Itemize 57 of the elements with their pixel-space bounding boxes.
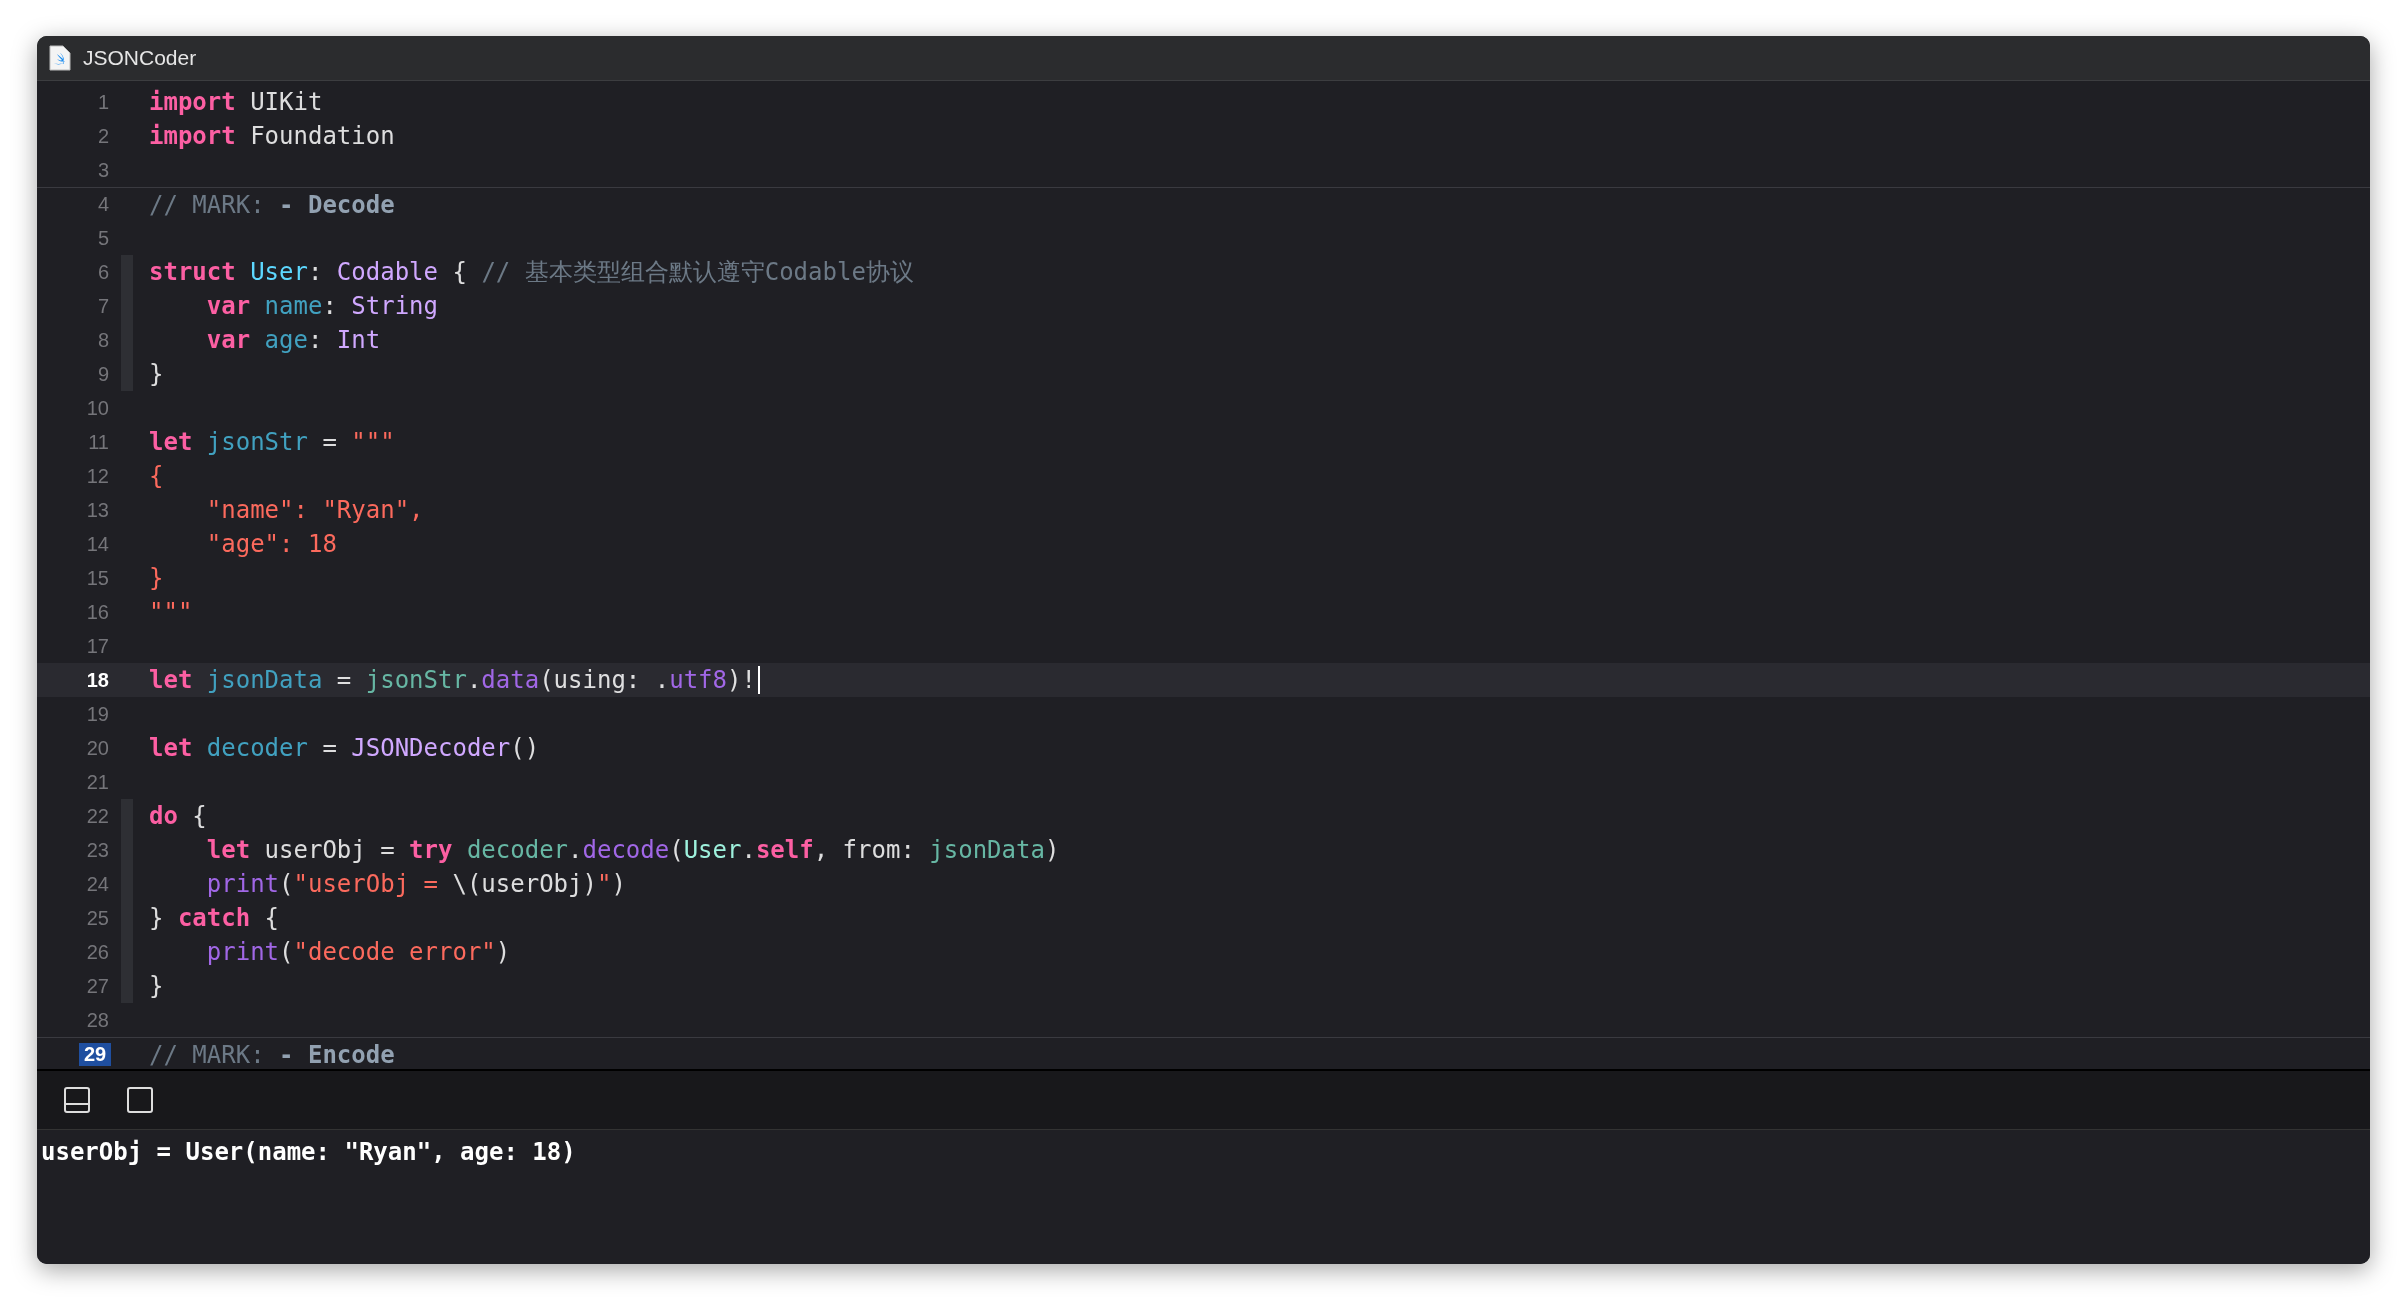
line-number: 12 [85, 464, 110, 488]
code-line: print("decode error") [205, 938, 511, 966]
square-panel-icon[interactable] [127, 1087, 153, 1113]
code-line: let jsonStr = """ [149, 428, 395, 456]
line-number: 17 [85, 634, 110, 658]
code-line: { [149, 462, 164, 490]
code-line: var name: String [205, 292, 438, 320]
line-number: 16 [85, 600, 110, 624]
line-number: 10 [85, 396, 110, 420]
line-number: 28 [85, 1008, 110, 1032]
line-number: 26 [85, 940, 110, 964]
line-number: 3 [96, 158, 110, 182]
line-number: 18 [85, 668, 110, 692]
code-line: // MARK: - Decode [149, 190, 395, 219]
code-line: "name": "Ryan", [205, 496, 424, 524]
code-line: "age": 18 [205, 530, 337, 558]
line-number: 1 [96, 90, 110, 114]
console-output: userObj = User(name: "Ryan", age: 18) [41, 1138, 576, 1166]
line-number: 7 [96, 294, 110, 318]
line-number: 8 [96, 328, 110, 352]
line-number: 4 [96, 193, 110, 216]
code-line: let jsonData = jsonStr.data(using: .utf8)! [149, 666, 756, 694]
code-line: // MARK: - Encode [149, 1040, 395, 1069]
code-line: } [149, 564, 164, 592]
line-number: 2 [96, 124, 110, 148]
line-number: 11 [87, 430, 110, 454]
code-line: do { [149, 802, 207, 830]
code-line: } [149, 360, 164, 388]
line-number: 24 [85, 872, 110, 896]
code-line: let userObj = try decoder.decode(User.self, from: jsonData) [205, 836, 1060, 864]
line-number: 15 [85, 566, 110, 590]
code-line: import Foundation [149, 122, 395, 150]
line-number: 27 [85, 974, 110, 998]
line-number: 19 [85, 702, 110, 726]
split-panel-icon[interactable] [64, 1087, 90, 1113]
line-number: 29 [79, 1043, 111, 1066]
line-number: 21 [85, 770, 110, 794]
code-line: let decoder = JSONDecoder() [149, 734, 540, 762]
line-number: 9 [96, 362, 110, 386]
code-line: } [149, 972, 164, 1000]
line-number: 13 [85, 498, 110, 522]
text-cursor [757, 666, 760, 694]
window-title: JSONCoder [83, 46, 197, 70]
code-line: """ [149, 598, 193, 626]
line-number: 14 [85, 532, 110, 556]
line-number: 25 [85, 906, 110, 930]
line-number: 20 [85, 736, 110, 760]
line-number: 23 [85, 838, 110, 862]
code-line: var age: Int [205, 326, 381, 354]
code-line: } catch { [149, 904, 280, 932]
code-line: print("userObj = \(userObj)") [205, 870, 626, 898]
line-number: 5 [96, 226, 110, 250]
code-line: struct User: Codable { // 基本类型组合默认遵守Codable协议 [149, 257, 914, 288]
line-number: 22 [85, 804, 110, 828]
code-line: import UIKit [149, 88, 323, 116]
line-number: 6 [96, 260, 110, 284]
swift-file-icon [49, 45, 71, 71]
